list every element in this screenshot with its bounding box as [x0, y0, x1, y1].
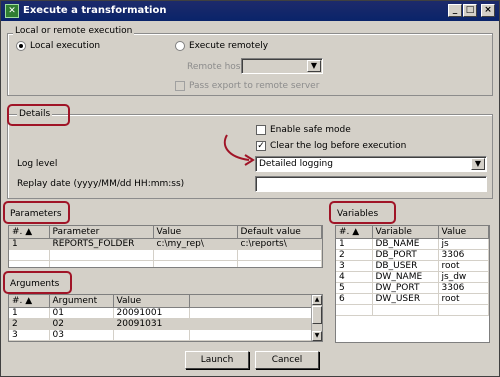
table-row[interactable]: 6 DW_USER root	[336, 293, 489, 305]
replay-date-label: Replay date (yyyy/MM/dd HH:mm:ss)	[17, 179, 185, 189]
table-cell[interactable]: c:\my_rep\	[153, 238, 238, 250]
table-cell[interactable]: REPORTS_FOLDER	[49, 238, 154, 250]
table-row[interactable]: 1 01 20091001	[9, 307, 312, 319]
window-title: Execute a transformation	[23, 5, 167, 16]
arrow-annotation-icon	[223, 134, 255, 166]
scroll-down-icon[interactable]: ▼	[312, 331, 322, 341]
safe-mode-label: Enable safe mode	[270, 125, 351, 135]
column-header[interactable]: #. ▲	[9, 226, 50, 239]
chevron-down-icon: ▼	[471, 158, 485, 170]
column-header[interactable]: Variable	[372, 226, 439, 239]
table-row[interactable]: 3 03	[9, 329, 312, 341]
cancel-button[interactable]: Cancel	[255, 351, 319, 369]
log-level-label: Log level	[17, 159, 58, 169]
scroll-thumb[interactable]	[312, 306, 322, 324]
log-level-dropdown[interactable]: Detailed logging ▼	[255, 156, 487, 172]
execute-remotely-radio[interactable]	[175, 41, 185, 51]
table-row[interactable]: 2 DB_PORT 3306	[336, 249, 489, 261]
column-header[interactable]: Value	[113, 295, 190, 308]
pass-export-label: Pass export to remote server	[189, 81, 320, 91]
table-row[interactable]: 1 REPORTS_FOLDER c:\my_rep\ c:\reports\	[9, 238, 322, 250]
parameters-grid[interactable]: #. ▲ Parameter Value Default value 1 REP…	[8, 225, 323, 268]
variables-highlight	[329, 201, 396, 224]
minimize-button[interactable]: _	[448, 4, 462, 17]
local-execution-label: Local execution	[30, 41, 101, 51]
launch-button[interactable]: Launch	[185, 351, 249, 369]
column-header[interactable]: Value	[438, 226, 489, 239]
table-row[interactable]: 5 DW_PORT 3306	[336, 282, 489, 294]
title-bar[interactable]: ✕ Execute a transformation _ □ ×	[1, 1, 499, 21]
table-row[interactable]: 2 02 20091031	[9, 318, 312, 330]
details-highlight	[7, 104, 70, 126]
column-header[interactable]: Value	[153, 226, 238, 239]
execute-remotely-label: Execute remotely	[189, 41, 269, 51]
parameters-highlight	[3, 201, 70, 224]
local-execution-radio[interactable]	[16, 41, 26, 51]
column-header[interactable]: Argument	[49, 295, 114, 308]
table-row[interactable]: 3 DB_USER root	[336, 260, 489, 272]
close-button[interactable]: ×	[481, 4, 495, 17]
column-header[interactable]: Parameter	[49, 226, 154, 239]
column-header[interactable]: #. ▲	[9, 295, 50, 308]
remote-host-label: Remote host	[187, 62, 245, 72]
table-cell[interactable]: c:\reports\	[237, 238, 322, 250]
column-header[interactable]: Default value	[237, 226, 322, 239]
arguments-scrollbar[interactable]: ▲ ▼	[311, 295, 322, 341]
table-row[interactable]: 4 DW_NAME js_dw	[336, 271, 489, 283]
table-row[interactable]	[336, 304, 489, 316]
log-level-value: Detailed logging	[259, 159, 333, 169]
app-icon: ✕	[5, 4, 19, 18]
remote-host-dropdown[interactable]: ▼	[241, 58, 323, 74]
column-header[interactable]: #. ▲	[336, 226, 373, 239]
scroll-up-icon[interactable]: ▲	[312, 295, 322, 305]
table-cell: 1	[9, 238, 50, 250]
variables-grid[interactable]: #. ▲ Variable Value 1 DB_NAME js 2 DB_PORT 3…	[335, 225, 490, 343]
chevron-down-icon: ▼	[307, 60, 321, 72]
replay-date-input[interactable]	[255, 176, 487, 192]
table-row[interactable]	[9, 249, 322, 261]
table-row[interactable]	[9, 260, 322, 267]
clear-log-label: Clear the log before execution	[270, 141, 407, 151]
table-row[interactable]: 1 DB_NAME js	[336, 238, 489, 250]
maximize-button[interactable]: □	[463, 4, 477, 17]
local-remote-legend: Local or remote execution	[13, 26, 135, 36]
pass-export-checkbox[interactable]	[175, 81, 185, 91]
execute-dialog: ✕ Execute a transformation _ □ × Local o…	[0, 0, 500, 377]
arguments-highlight	[3, 271, 72, 294]
arguments-grid[interactable]: #. ▲ Argument Value 1 01 20091001 2 02 20091…	[8, 294, 323, 342]
column-header	[189, 295, 312, 308]
